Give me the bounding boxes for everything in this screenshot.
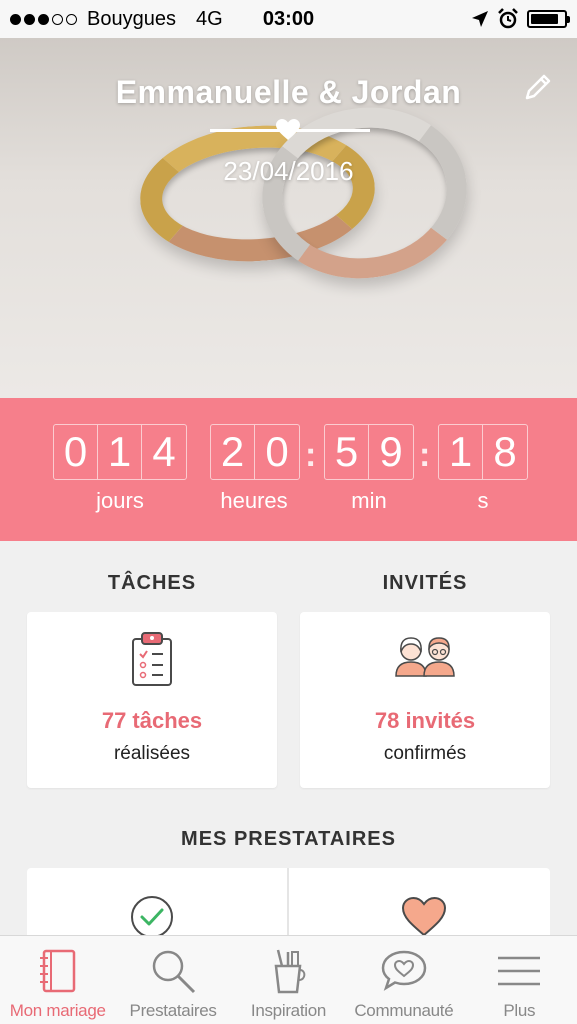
guests-card[interactable]: 78 invités confirmés	[300, 612, 550, 788]
status-left: Bouygues 4G	[10, 8, 223, 31]
search-icon	[152, 950, 196, 994]
battery-icon	[527, 10, 570, 28]
tab-plus[interactable]: Plus	[462, 936, 577, 1024]
chat-heart-icon	[381, 950, 427, 991]
tab-prestataires[interactable]: Prestataires	[115, 936, 230, 1024]
minutes-digits: 5 9	[324, 424, 414, 480]
days-digits: 0 1 4	[53, 424, 187, 480]
tab-mon-mariage[interactable]: Mon mariage	[0, 936, 115, 1024]
wedding-date: 23/04/2016	[223, 156, 354, 186]
vendors-section-title: MES PRESTATAIRES	[181, 828, 396, 850]
carrier-label: Bouygues	[87, 7, 176, 30]
location-arrow-icon	[472, 11, 488, 27]
seconds-digit-1: 1	[439, 425, 483, 479]
signal-strength-icon	[10, 13, 77, 25]
days-digit-2: 1	[98, 425, 142, 479]
guests-sub: confirmés	[383, 743, 467, 764]
tasks-count: 77 tâches	[101, 708, 203, 733]
days-digit-1: 0	[54, 425, 98, 479]
seconds-digit-2: 8	[493, 428, 517, 475]
tab-communaute[interactable]: Communauté	[346, 936, 461, 1024]
edit-pencil-icon[interactable]	[521, 70, 555, 104]
tasks-card[interactable]: 77 tâches réalisées	[27, 612, 277, 788]
hours-digit-2: 0	[265, 428, 289, 475]
minutes-digit-1: 5	[325, 425, 369, 479]
couple-names: Emmanuelle & Jordan	[115, 74, 462, 110]
colon-separator: :	[419, 436, 431, 474]
minutes-digit-2: 9	[379, 428, 403, 475]
days-digit-3: 4	[152, 428, 176, 475]
tab-label: Mon mariage	[9, 1001, 106, 1020]
tab-bar: Mon mariage Prestataires Inspiration Com…	[0, 935, 577, 1024]
menu-icon	[498, 956, 541, 986]
tab-inspiration[interactable]: Inspiration	[231, 936, 346, 1024]
days-label: jours	[96, 488, 144, 513]
hours-digits: 2 0	[210, 424, 300, 480]
hours-digit-1: 2	[211, 425, 255, 479]
guests-section-title: INVITÉS	[382, 572, 468, 594]
guests-couple-icon	[395, 637, 455, 677]
tab-label: Inspiration	[250, 1001, 327, 1020]
guests-count: 78 invités	[374, 708, 476, 733]
tasks-section-title: TÂCHES	[107, 572, 197, 594]
seconds-digits: 1 8	[438, 424, 528, 480]
notebook-icon	[39, 949, 75, 993]
hero-banner: Emmanuelle & Jordan 23/04/2016	[0, 38, 577, 398]
countdown-panel: 0 1 4 2 0 : 5 9 : 1 8 jours heures min s	[0, 398, 577, 541]
minutes-label: min	[351, 488, 387, 513]
status-right	[471, 8, 570, 30]
alarm-clock-icon	[498, 8, 518, 29]
status-bar: Bouygues 4G 03:00	[0, 0, 577, 38]
pencil-cup-icon	[275, 949, 306, 994]
network-label: 4G	[195, 7, 223, 30]
heart-favorite-icon	[401, 896, 447, 937]
tab-label: Plus	[503, 1001, 536, 1020]
hours-label: heures	[220, 488, 288, 513]
heart-icon	[276, 119, 300, 140]
clipboard-checklist-icon	[132, 632, 172, 686]
check-circle-icon	[131, 896, 173, 938]
colon-separator: :	[305, 436, 317, 474]
tab-label: Prestataires	[129, 1001, 217, 1020]
tab-label: Communauté	[354, 1001, 454, 1020]
seconds-label: s	[477, 488, 489, 513]
tasks-sub: réalisées	[113, 743, 191, 764]
